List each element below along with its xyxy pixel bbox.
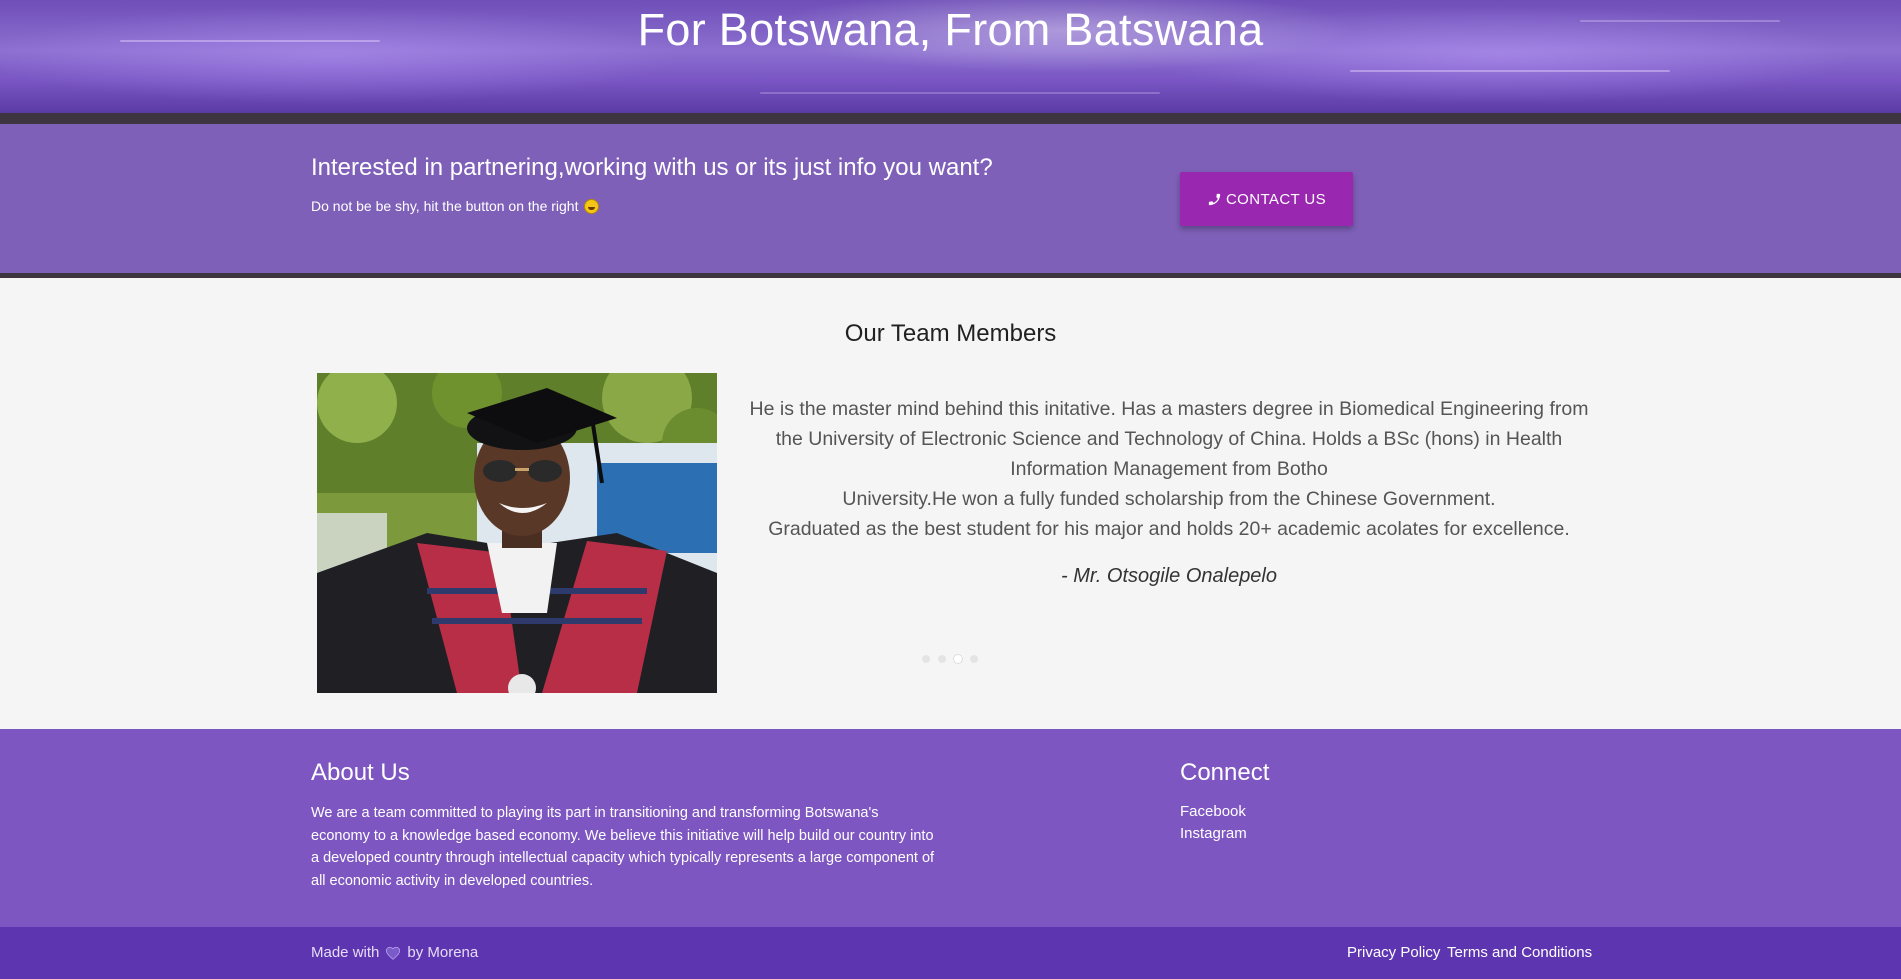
site-footer: About Us We are a team committed to play… (0, 729, 1901, 927)
bio-line: He is the master mind behind this initat… (749, 398, 1589, 420)
team-member-bio: He is the master mind behind this initat… (735, 394, 1603, 544)
made-with-suffix: by Morena (407, 944, 479, 961)
carousel-dot[interactable] (938, 655, 946, 663)
carousel-dot[interactable] (922, 655, 930, 663)
cta-subtext: Do not be be shy, hit the button on the … (311, 198, 579, 214)
team-member-name: - Mr. Otsogile Onalepelo (1060, 565, 1277, 587)
cta-subtext-line: Do not be be shy, hit the button on the … (311, 198, 600, 214)
instagram-link[interactable]: Instagram (1180, 825, 1247, 842)
divider-bar (0, 113, 1901, 124)
bio-line: Graduated as the best student for his ma… (768, 518, 1570, 540)
facebook-link[interactable]: Facebook (1180, 803, 1246, 820)
privacy-policy-link[interactable]: Privacy Policy (1347, 944, 1440, 961)
bio-line: University.He won a fully funded scholar… (842, 488, 1496, 510)
bio-line: Information Management from Botho (1010, 458, 1328, 480)
banner-light-streak (1350, 70, 1670, 72)
about-us-heading: About Us (311, 759, 410, 786)
phone-icon (1208, 193, 1221, 205)
team-section-title: Our Team Members (844, 320, 1057, 347)
carousel-indicators (922, 655, 978, 663)
heart-icon (386, 946, 401, 960)
grinning-face-icon (584, 199, 600, 214)
connect-heading: Connect (1180, 759, 1270, 786)
bio-line: the University of Electronic Science and… (775, 428, 1563, 450)
banner-light-streak (760, 92, 1160, 94)
hero-banner: For Botswana, From Batswana (0, 0, 1901, 113)
copyright-bar: Made with by Morena Privacy Policy Terms… (0, 927, 1901, 979)
carousel-dot-active[interactable] (954, 655, 962, 663)
team-member-photo (317, 373, 717, 693)
cta-heading: Interested in partnering,working with us… (311, 154, 993, 181)
banner-title: For Botswana, From Batswana (637, 4, 1264, 55)
about-us-text: We are a team committed to playing its p… (311, 805, 935, 889)
made-with-credit: Made with by Morena (311, 944, 478, 961)
divider-bar (0, 273, 1901, 278)
contact-call-to-action: Interested in partnering,working with us… (0, 124, 1901, 273)
made-with-prefix: Made with (311, 944, 380, 961)
terms-and-conditions-link[interactable]: Terms and Conditions (1447, 944, 1592, 961)
carousel-dot[interactable] (970, 655, 978, 663)
contact-us-button[interactable]: CONTACT US (1180, 172, 1353, 226)
graduate-photo-illustration (317, 373, 717, 693)
contact-us-label: CONTACT US (1225, 190, 1327, 208)
